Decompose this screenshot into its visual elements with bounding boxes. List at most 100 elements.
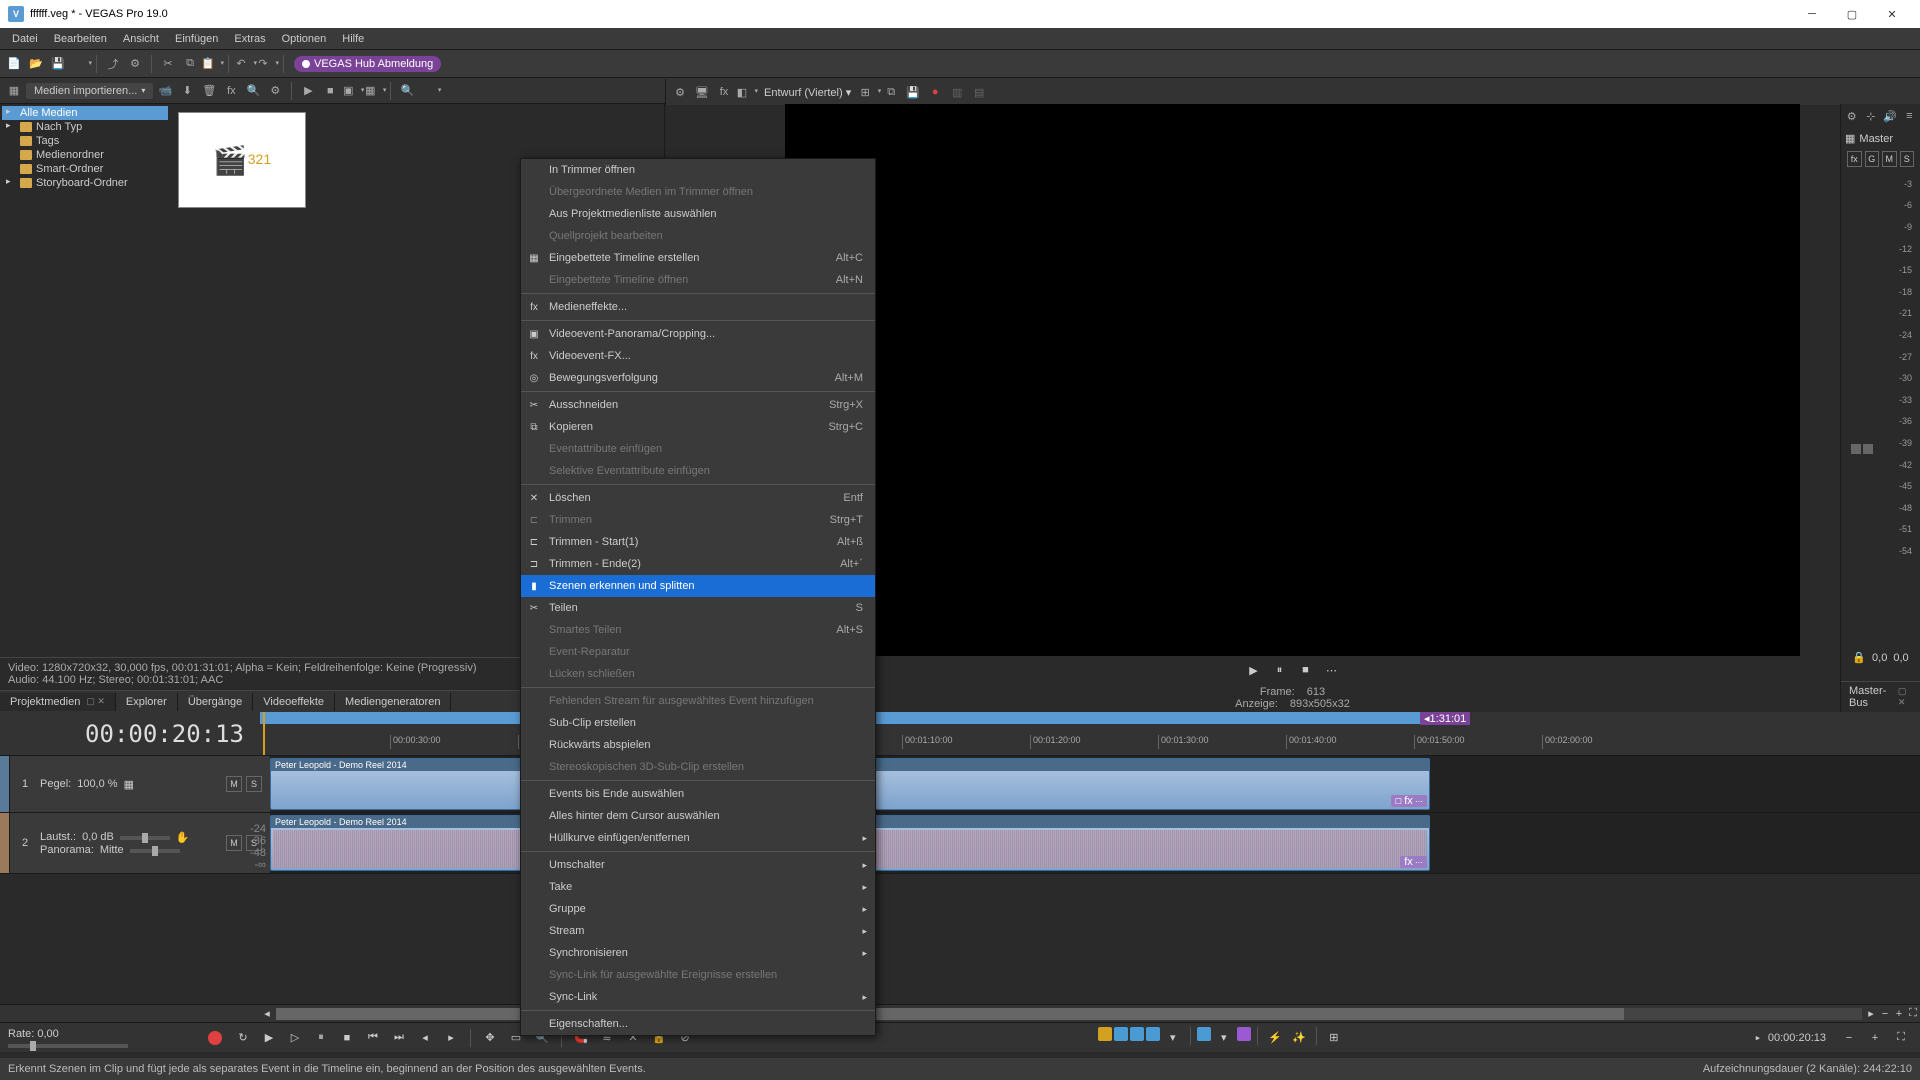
ctx-sync[interactable]: Synchronisieren▸ bbox=[521, 942, 875, 964]
master-sliders-icon[interactable]: ≡ bbox=[1901, 106, 1918, 126]
tree-storyboard-folder[interactable]: Storyboard-Ordner bbox=[2, 176, 168, 190]
loop-icon[interactable]: ↻ bbox=[232, 1027, 254, 1049]
video-track-header[interactable]: 1 Pegel: 100,0 % ▦ M S bbox=[10, 756, 270, 812]
stop-icon[interactable]: ■ bbox=[336, 1027, 358, 1049]
menu-view[interactable]: Ansicht bbox=[115, 30, 167, 48]
preview-stop-icon[interactable]: ■ bbox=[1297, 661, 1315, 679]
tab-explorer[interactable]: Explorer bbox=[116, 693, 178, 711]
preview-quality[interactable]: Entwurf (Viertel) ▾ bbox=[758, 86, 857, 99]
ctx-motion-track[interactable]: ◎BewegungsverfolgungAlt+M bbox=[521, 367, 875, 389]
ctx-stream[interactable]: Stream▸ bbox=[521, 920, 875, 942]
cd-marker[interactable] bbox=[1197, 1027, 1211, 1041]
ctx-trim-end[interactable]: ⊐Trimmen - Ende(2)Alt+´ bbox=[521, 553, 875, 575]
ctx-scene-detect[interactable]: ▮Szenen erkennen und splitten bbox=[521, 575, 875, 597]
rate-slider[interactable] bbox=[8, 1044, 128, 1048]
copy-snapshot-icon[interactable]: ⧉ bbox=[881, 82, 901, 102]
media-fx-icon[interactable]: fx bbox=[221, 81, 241, 101]
new-icon[interactable]: 📄 bbox=[4, 54, 24, 74]
import-media-button[interactable]: Medien importieren...▾ bbox=[26, 83, 153, 99]
save-dropdown[interactable] bbox=[70, 54, 90, 74]
remove-icon[interactable]: 🗑 bbox=[199, 81, 219, 101]
ext-icon[interactable]: ⊞ bbox=[1323, 1027, 1345, 1049]
track-collapse[interactable] bbox=[0, 756, 10, 812]
tree-smart-folder[interactable]: Smart-Ordner bbox=[2, 162, 168, 176]
copy-icon[interactable]: ⧉ bbox=[180, 54, 200, 74]
save-icon[interactable]: 💾 bbox=[48, 54, 68, 74]
capture-icon[interactable]: 📹 bbox=[155, 81, 175, 101]
mute-button[interactable]: M bbox=[226, 835, 242, 851]
zoom-v-fit[interactable]: ⛶ bbox=[1890, 1027, 1912, 1049]
audio-track-header[interactable]: 2 Lautst.: 0,0 dB ✋ Panorama: Mitte bbox=[10, 813, 270, 873]
ctx-sync-link[interactable]: Sync-Link▸ bbox=[521, 986, 875, 1008]
menu-options[interactable]: Optionen bbox=[274, 30, 335, 48]
zoom-v-in[interactable]: + bbox=[1864, 1027, 1886, 1049]
scale-icon[interactable]: ▥ bbox=[947, 82, 967, 102]
prev-frame-icon[interactable]: ◂ bbox=[414, 1027, 436, 1049]
script2-icon[interactable]: ✨ bbox=[1288, 1027, 1310, 1049]
next-frame-icon[interactable]: ▸ bbox=[440, 1027, 462, 1049]
solo-button[interactable]: S bbox=[246, 776, 262, 792]
close-button[interactable]: ✕ bbox=[1872, 2, 1912, 26]
undo-icon[interactable]: ↶ bbox=[235, 54, 255, 74]
ctx-group[interactable]: Gruppe▸ bbox=[521, 898, 875, 920]
tree-expand-icon[interactable]: ▸ bbox=[6, 176, 11, 187]
volume-slider[interactable] bbox=[120, 836, 170, 840]
video-fx-icon[interactable]: fx bbox=[714, 82, 734, 102]
search-icon[interactable]: 🔍 bbox=[397, 81, 417, 101]
redo-icon[interactable]: ↷ bbox=[257, 54, 277, 74]
hub-button[interactable]: VEGAS Hub Abmeldung bbox=[294, 56, 441, 72]
transport-timecode[interactable]: ▸ 00:00:20:13 bbox=[1747, 1031, 1834, 1044]
tab-close-icon[interactable]: ▢ ✕ bbox=[1898, 686, 1912, 708]
scroll-right-icon[interactable]: ▸ bbox=[1864, 1007, 1878, 1020]
end-marker[interactable]: ◂1:31:01 bbox=[1420, 712, 1470, 725]
cd-dropdown[interactable]: ▾ bbox=[1213, 1027, 1235, 1049]
get-media-icon[interactable]: ⬇ bbox=[177, 81, 197, 101]
ctx-select-from-list[interactable]: Aus Projektmedienliste auswählen bbox=[521, 203, 875, 225]
zoom-in-icon[interactable]: + bbox=[1892, 1008, 1906, 1020]
normal-edit-icon[interactable]: ✥ bbox=[479, 1027, 501, 1049]
ctx-open-trimmer[interactable]: In Trimmer öffnen bbox=[521, 159, 875, 181]
minimize-button[interactable]: ─ bbox=[1792, 2, 1832, 26]
pan-slider[interactable] bbox=[130, 849, 180, 853]
cut-icon[interactable]: ✂ bbox=[158, 54, 178, 74]
autopreview-icon[interactable]: ▣ bbox=[342, 81, 362, 101]
tree-expand-icon[interactable]: ▸ bbox=[6, 106, 11, 117]
tree-all-media[interactable]: Alle Medien bbox=[2, 106, 168, 120]
video-preview[interactable] bbox=[785, 104, 1800, 656]
video-track-lane[interactable]: Peter Leopold - Demo Reel 2014 ☐ fx ⋯ bbox=[270, 756, 1920, 812]
media-add-icon[interactable]: ▦ bbox=[4, 81, 24, 101]
pause-icon[interactable]: ⏸ bbox=[310, 1027, 332, 1049]
ctx-media-fx[interactable]: fxMedieneffekte... bbox=[521, 296, 875, 318]
timeline-ruler[interactable]: ◂1:31:01 00:00:30:00 00:00:40:00 00:00:5… bbox=[260, 712, 1902, 755]
more-icon[interactable]: ▦ bbox=[124, 778, 134, 791]
scale2-icon[interactable]: ▤ bbox=[969, 82, 989, 102]
ctx-event-fx[interactable]: fxVideoevent-FX... bbox=[521, 345, 875, 367]
preview-props-icon[interactable]: ⚙ bbox=[670, 82, 690, 102]
ctx-select-after-cursor[interactable]: Alles hinter dem Cursor auswählen bbox=[521, 805, 875, 827]
render-icon[interactable]: ⤴ bbox=[103, 54, 123, 74]
ext-monitor-icon[interactable]: 🖥 bbox=[692, 82, 712, 102]
scroll-track[interactable] bbox=[276, 1008, 1862, 1020]
zoom-out-icon[interactable]: − bbox=[1878, 1008, 1892, 1020]
media-settings-icon[interactable]: ⚙ bbox=[265, 81, 285, 101]
lock-icon[interactable]: 🔒 bbox=[1852, 651, 1866, 664]
save-snapshot-icon[interactable]: 💾 bbox=[903, 82, 923, 102]
timeline-scrollbar[interactable]: ◂ ▸ − + ⛶ bbox=[0, 1004, 1920, 1022]
menu-edit[interactable]: Bearbeiten bbox=[46, 30, 115, 48]
master-fx-button[interactable]: fx bbox=[1847, 151, 1862, 167]
marker-tag[interactable] bbox=[1130, 1027, 1144, 1041]
paste-icon[interactable]: 📋 bbox=[202, 54, 222, 74]
master-insert-icon[interactable]: ⊹ bbox=[1862, 106, 1879, 126]
tab-transitions[interactable]: Übergänge bbox=[178, 693, 253, 711]
audio-track-lane[interactable]: Peter Leopold - Demo Reel 2014 fx ⋯ bbox=[270, 813, 1920, 873]
track-collapse[interactable] bbox=[0, 813, 10, 873]
scroll-left-icon[interactable]: ◂ bbox=[260, 1007, 274, 1020]
ctx-envelope[interactable]: Hüllkurve einfügen/entfernen▸ bbox=[521, 827, 875, 849]
ctx-properties[interactable]: Eigenschaften... bbox=[521, 1013, 875, 1035]
play-icon[interactable]: ▷ bbox=[284, 1027, 306, 1049]
tab-project-media[interactable]: Projektmedien▢ ✕ bbox=[0, 693, 116, 711]
menu-help[interactable]: Hilfe bbox=[334, 30, 372, 48]
tree-media-folder[interactable]: Medienordner bbox=[2, 148, 168, 162]
master-route-icon[interactable]: ▦ bbox=[1845, 132, 1855, 145]
command-marker[interactable] bbox=[1237, 1027, 1251, 1041]
